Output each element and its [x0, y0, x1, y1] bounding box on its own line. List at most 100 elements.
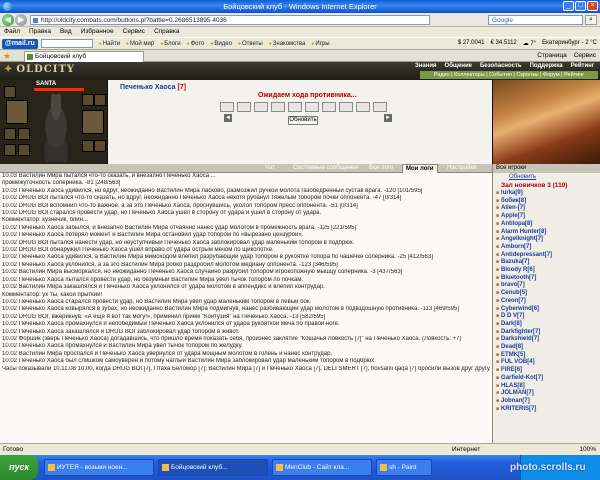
player-list-item[interactable]: FUL VOB[4]	[493, 359, 600, 367]
strike-slot[interactable]	[305, 102, 319, 112]
strike-slot[interactable]	[271, 102, 285, 112]
player-list-item[interactable]: Dark[8]	[493, 321, 600, 329]
player-list-item[interactable]: ETMK[5]	[493, 352, 600, 360]
player-list-item[interactable]: Angelknight[7]	[493, 236, 600, 244]
maximize-button[interactable]: □	[575, 1, 586, 11]
player-list-item[interactable]: FIRE[6]	[493, 367, 600, 375]
taskbar-item[interactable]: Бойцовский клуб...	[158, 459, 268, 476]
strike-slot[interactable]	[220, 102, 234, 112]
toolbar-item-games[interactable]: Игры	[311, 41, 329, 47]
taskbar-item[interactable]: MenClub - Сайт кла...	[272, 459, 372, 476]
arrow-right-icon[interactable]: ►	[384, 114, 392, 122]
player-list-item[interactable]: Amborn[7]	[493, 244, 600, 252]
tab-settings[interactable]: Настройки	[444, 164, 479, 173]
menu-file[interactable]: Файл	[4, 27, 20, 37]
player-list-item[interactable]: JOLMAN[7]	[493, 390, 600, 398]
player-list-item[interactable]: Jobnan[7]	[493, 398, 600, 406]
strike-slot[interactable]	[373, 102, 387, 112]
game-nav-communication[interactable]: Общение	[444, 63, 473, 69]
player-list-item[interactable]: Darkfighter[7]	[493, 329, 600, 337]
toolbar-item-photo[interactable]: Фото	[187, 41, 205, 47]
armor-slot[interactable]	[4, 128, 16, 140]
toolbar-item-myworld[interactable]: Мой мир	[126, 41, 154, 47]
player-list-item[interactable]: бобик[8]	[493, 198, 600, 206]
player-list-item[interactable]: D D V[7]	[493, 313, 600, 321]
tab-my-logs[interactable]: Мои логи	[402, 164, 438, 173]
player-list-item[interactable]: Cyberwind[6]	[493, 306, 600, 314]
player-list-item[interactable]: Garfield-Kot[7]	[493, 375, 600, 383]
minimize-button[interactable]: _	[563, 1, 574, 11]
tab-chat[interactable]: Чат	[262, 164, 278, 173]
player-list-item[interactable]: Apple[7]	[493, 213, 600, 221]
game-nav-security[interactable]: Безопасность	[479, 63, 523, 69]
strike-slot[interactable]	[288, 102, 302, 112]
player-list-item[interactable]: Alarm Hunter[8]	[493, 229, 600, 237]
boots-slot[interactable]	[18, 144, 30, 156]
toolbar-item-video[interactable]: Видео	[210, 41, 232, 47]
menu-view[interactable]: Вид	[60, 27, 72, 37]
belt-slot[interactable]	[18, 128, 30, 140]
player-list-item[interactable]: lurka[9]	[493, 190, 600, 198]
gloves-slot[interactable]	[4, 144, 16, 156]
taskbar-item[interactable]: sh - Paint	[376, 459, 432, 476]
player-list-item[interactable]: Bluetooth[7]	[493, 275, 600, 283]
opponent-name[interactable]: Печенько Хаоса [7]	[120, 84, 186, 91]
player-list-item[interactable]: Creon[7]	[493, 298, 600, 306]
game-nav-support[interactable]: Поддержка	[529, 63, 564, 69]
toolbar-search-input[interactable]	[40, 39, 93, 48]
menu-tools[interactable]: Сервис	[123, 27, 145, 37]
game-subnav[interactable]: Радио | Коллекторы | События | Скролзы |…	[420, 71, 598, 79]
back-button[interactable]: ◀	[2, 14, 14, 26]
favorites-star-icon[interactable]: ★	[3, 51, 11, 61]
tools-menu[interactable]: Сервис	[574, 51, 596, 61]
refresh-button[interactable]: Обновить	[288, 116, 318, 125]
player-list-item[interactable]: Antidepressant[7]	[493, 252, 600, 260]
menu-favorites[interactable]: Избранное	[81, 27, 114, 37]
player-list-item[interactable]: bravo[7]	[493, 282, 600, 290]
page-menu[interactable]: Страница	[537, 51, 566, 61]
arrow-left-icon[interactable]: ◄	[224, 114, 232, 122]
strike-slot[interactable]	[322, 102, 336, 112]
tab-system[interactable]: Системные сообщения	[290, 164, 361, 173]
toolbar-item-blogs[interactable]: Блоги	[160, 41, 180, 47]
zoom-level[interactable]: 100%	[579, 444, 596, 455]
menu-edit[interactable]: Правка	[29, 27, 51, 37]
player-list-item[interactable]: Dead[8]	[493, 344, 600, 352]
strike-slot[interactable]	[356, 102, 370, 112]
earring-slot[interactable]	[94, 140, 106, 152]
forward-button[interactable]: ▶	[15, 14, 27, 26]
player-list-item[interactable]: Antilopa[8]	[493, 221, 600, 229]
player-list-item[interactable]: HLAS[8]	[493, 383, 600, 391]
helmet-slot[interactable]	[4, 86, 16, 98]
oldcity-logo[interactable]: OLDCITY	[4, 64, 75, 75]
weapon-slot[interactable]	[6, 100, 28, 124]
ring-slot-1[interactable]	[82, 94, 94, 106]
player-list-refresh[interactable]: Обновить	[493, 173, 600, 181]
url-input[interactable]: http://oldcity.combats.com/buttons.pl?ba…	[30, 15, 430, 25]
close-button[interactable]: ×	[587, 1, 598, 11]
player-list-item[interactable]: Darkshield[7]	[493, 336, 600, 344]
search-input[interactable]: Google	[488, 15, 583, 25]
ring-slot-2[interactable]	[94, 94, 106, 106]
strike-slot[interactable]	[237, 102, 251, 112]
strike-slot[interactable]	[339, 102, 353, 112]
player-list-item[interactable]: Cenub[5]	[493, 290, 600, 298]
game-nav-knowledge[interactable]: Знания	[414, 63, 438, 69]
taskbar-item[interactable]: ИУТЕЯ - возьми ноен...	[44, 459, 154, 476]
game-nav-rating[interactable]: Рейтинг	[570, 63, 596, 69]
shield-slot[interactable]	[82, 110, 104, 134]
player-list-item[interactable]: KRITERIS[7]	[493, 406, 600, 414]
search-icon[interactable]: ⌕	[585, 15, 597, 25]
mailru-logo[interactable]: @mail.ru	[2, 38, 38, 49]
strike-slot[interactable]	[254, 102, 268, 112]
player-list-item[interactable]: Alien-[7]	[493, 205, 600, 213]
toolbar-item-search[interactable]: Найти	[99, 41, 120, 47]
tab-combats[interactable]: Бойцовский клуб	[24, 51, 144, 62]
toolbar-item-dating[interactable]: Знакомства	[269, 41, 306, 47]
amulet-slot[interactable]	[82, 140, 94, 152]
start-button[interactable]: пуск	[0, 455, 38, 480]
tab-all-logs[interactable]: Все логи	[366, 164, 396, 173]
toolbar-item-answers[interactable]: Ответы	[238, 41, 263, 47]
player-list-item[interactable]: Bloody R[6]	[493, 267, 600, 275]
menu-help[interactable]: Справка	[154, 27, 180, 37]
